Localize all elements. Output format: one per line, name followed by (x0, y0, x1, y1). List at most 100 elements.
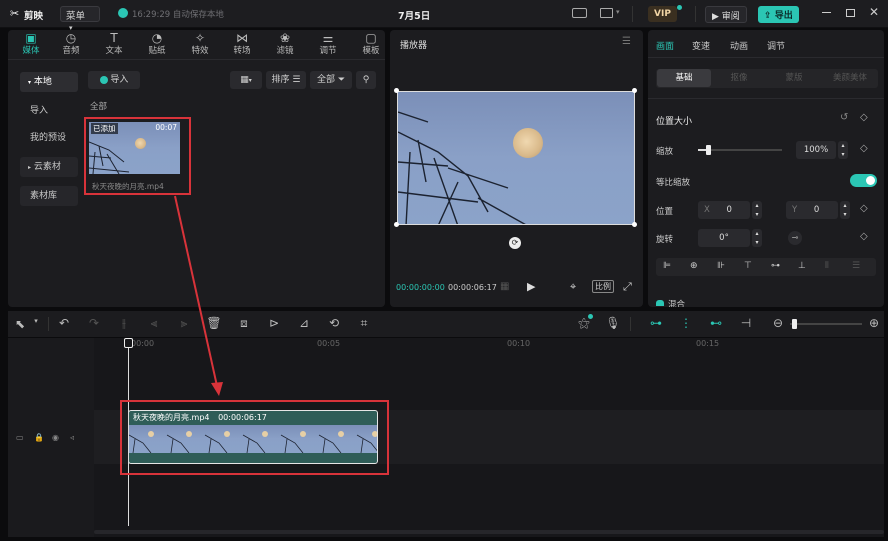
zoom-slider-knob[interactable] (792, 319, 797, 329)
close-icon[interactable]: ✕ (869, 5, 879, 19)
menu-button[interactable]: 菜单 ▾ (60, 6, 100, 32)
fullscreen-icon[interactable]: ⤢ (623, 280, 632, 294)
position-y-input[interactable]: Y 0 (786, 201, 838, 219)
subtab-beauty[interactable]: 美颜美体 (822, 69, 878, 87)
corner-handle[interactable] (394, 222, 399, 227)
align-center-v-icon[interactable]: ⊶ (771, 261, 780, 271)
tab-animation[interactable]: 动画 (730, 39, 748, 52)
preview-axis-icon[interactable]: ⊣ (738, 316, 754, 330)
scale-stepper[interactable]: ▴ ▾ (838, 141, 848, 159)
tab-effects[interactable]: ✧ 特效 (180, 32, 220, 56)
corner-handle[interactable] (632, 222, 637, 227)
media-clip-thumbnail[interactable]: 已添加 00:07 (89, 122, 180, 174)
trim-right-icon[interactable]: ⫸ (176, 316, 192, 331)
import-button[interactable]: 导入 (88, 71, 140, 89)
select-cursor-icon[interactable]: ⬉ (12, 317, 28, 331)
scale-slider-knob[interactable] (706, 145, 712, 155)
position-y-stepper[interactable]: ▴ ▾ (840, 201, 850, 219)
eye-icon[interactable]: ◉ (52, 433, 59, 442)
keyframe-icon[interactable]: ◇ (860, 231, 868, 242)
redo-icon[interactable]: ↷ (86, 316, 102, 330)
search-button[interactable]: ⚲ (356, 71, 376, 89)
timeline-ruler[interactable]: 00:00 00:05 00:10 00:15 (94, 338, 884, 350)
sidebar-item-cloud[interactable]: ▸ 云素材 (20, 157, 78, 177)
subtab-keying[interactable]: 抠像 (712, 69, 766, 87)
rotate-icon[interactable]: ⟲ (326, 316, 342, 330)
minimize-icon[interactable] (822, 12, 831, 13)
rotate-handle-icon[interactable]: ⟳ (509, 237, 521, 249)
track-icon[interactable]: ▭ (16, 433, 24, 442)
crop-icon[interactable]: ⌗ (356, 316, 372, 331)
keyframe-icon[interactable]: ◇ (860, 143, 868, 154)
tab-text[interactable]: T 文本 (94, 32, 134, 56)
split-icon[interactable]: ⫲ (116, 316, 132, 331)
chevron-down-icon[interactable]: ▾ (28, 317, 44, 325)
align-right-icon[interactable]: ⊪ (717, 261, 725, 271)
keyframe-icon[interactable]: ◇ (860, 112, 868, 123)
view-mode-button[interactable]: ▦▾ (230, 71, 262, 89)
position-x-stepper[interactable]: ▴ ▾ (752, 201, 762, 219)
chevron-down-icon[interactable]: ▾ (616, 8, 620, 16)
tab-picture[interactable]: 画面 (656, 39, 674, 52)
tab-adjust[interactable]: ⚌ 调节 (308, 32, 348, 56)
maximize-icon[interactable] (846, 9, 855, 17)
tab-speed[interactable]: 变速 (692, 39, 710, 52)
position-x-input[interactable]: X 0 (698, 201, 750, 219)
reset-icon[interactable]: ↺ (840, 112, 848, 123)
play-reverse-icon[interactable]: ⊳ (266, 316, 282, 330)
frame-icon[interactable]: ▦ (500, 281, 509, 292)
rotate-input[interactable]: 0° (698, 229, 750, 247)
sidebar-item-library[interactable]: 素材库 (20, 186, 78, 206)
layout-icon[interactable] (600, 8, 613, 18)
uniform-scale-toggle[interactable] (850, 174, 877, 187)
export-button[interactable]: ⇪ 导出 (758, 6, 799, 23)
sidebar-item-presets[interactable]: 我的预设 (20, 128, 78, 148)
keyframe-icon[interactable]: ◇ (860, 203, 868, 214)
main-track-magnet-icon[interactable]: ⊶ (648, 316, 664, 330)
align-left-icon[interactable]: ⊫ (663, 261, 671, 271)
blend-checkbox[interactable] (656, 300, 664, 306)
subtab-mask[interactable]: 蒙版 (767, 69, 821, 87)
align-center-h-icon[interactable]: ⊕ (690, 261, 698, 271)
rotate-stepper[interactable]: ▴ ▾ (752, 229, 762, 247)
timeline-scrollbar[interactable] (94, 530, 884, 534)
zoom-out-icon[interactable]: ⊖ (770, 316, 786, 330)
filter-button[interactable]: 全部 ⏷ (310, 71, 352, 89)
rotate-dial-icon[interactable]: ⊸ (788, 231, 802, 245)
distribute-h-icon[interactable]: ⫴ (825, 261, 829, 271)
tab-transition[interactable]: ⋈ 转场 (222, 32, 262, 56)
subtab-basic[interactable]: 基础 (657, 69, 711, 87)
tab-filter[interactable]: ❀ 滤镜 (265, 32, 305, 56)
sidebar-item-import[interactable]: 导入 (20, 101, 78, 121)
align-top-icon[interactable]: ⊤ (744, 261, 752, 271)
delete-icon[interactable]: 🗑 (206, 316, 222, 330)
scale-input[interactable]: 100% (796, 141, 836, 159)
undo-icon[interactable]: ↶ (56, 316, 72, 330)
playhead-handle[interactable] (124, 338, 133, 348)
sidebar-item-local[interactable]: ▾ 本地 (20, 72, 78, 92)
tab-adjust[interactable]: 调节 (767, 39, 785, 52)
vip-button[interactable]: VIP (648, 6, 677, 22)
tab-audio[interactable]: ◷ 音频 (51, 32, 91, 56)
review-button[interactable]: ▶ 审阅 (705, 6, 747, 23)
tab-sticker[interactable]: ◔ 贴纸 (137, 32, 177, 56)
menu-icon[interactable]: ☰ (622, 36, 631, 47)
zoom-slider-track[interactable] (790, 323, 862, 325)
freeze-icon[interactable]: ⧈ (236, 316, 252, 331)
zoom-in-icon[interactable]: ⊕ (866, 316, 882, 330)
tab-media[interactable]: ▣ 媒体 (11, 32, 51, 56)
preview-canvas[interactable] (397, 91, 635, 225)
sort-button[interactable]: 排序 ☰ (266, 71, 306, 89)
lock-icon[interactable]: 🔒 (34, 433, 44, 442)
auto-snap-icon[interactable]: ⋮ (678, 316, 694, 330)
ratio-button[interactable]: 比例 (592, 280, 614, 293)
play-icon[interactable]: ▶ (527, 280, 535, 293)
keyboard-icon[interactable] (572, 8, 587, 18)
mirror-icon[interactable]: ⊿ (296, 316, 312, 330)
corner-handle[interactable] (632, 88, 637, 93)
corner-handle[interactable] (394, 88, 399, 93)
trim-left-icon[interactable]: ⫷ (146, 316, 162, 331)
microphone-icon[interactable]: 🎙 (605, 316, 621, 330)
align-bottom-icon[interactable]: ⊥ (798, 261, 806, 271)
tab-template[interactable]: ▢ 模板 (351, 32, 391, 56)
